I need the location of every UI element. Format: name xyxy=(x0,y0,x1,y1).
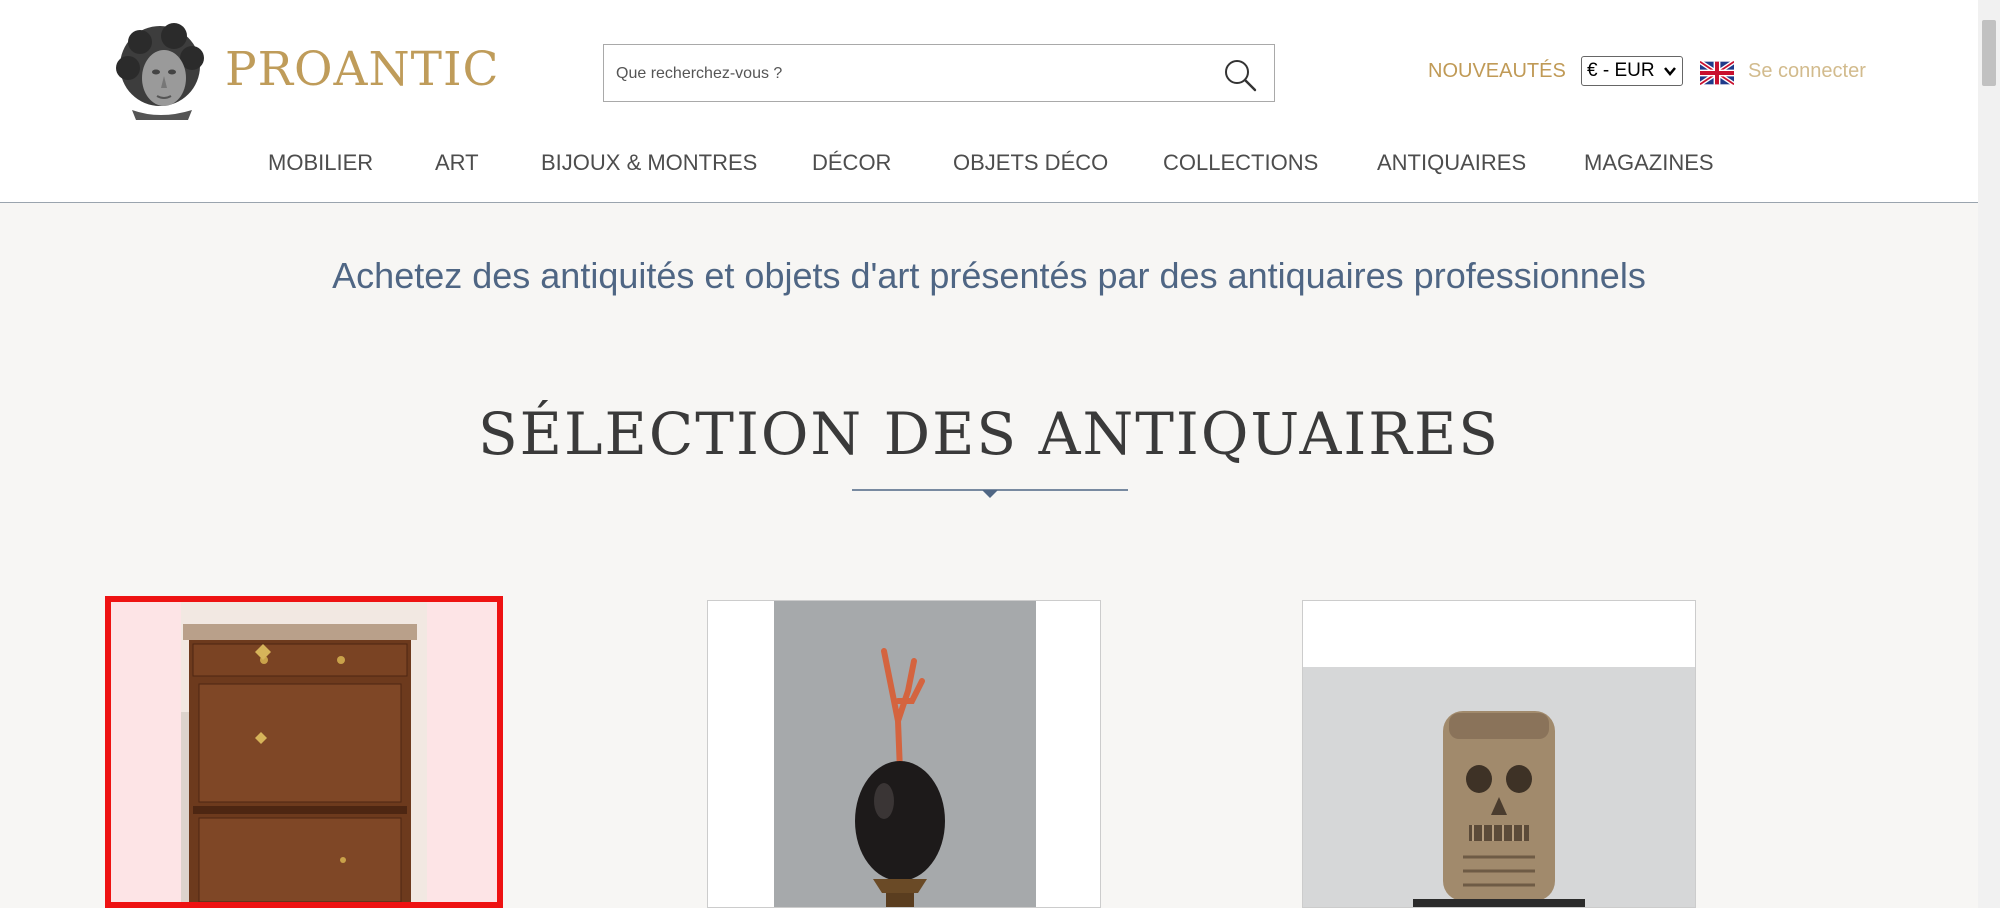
product-image-sculpture-crane xyxy=(1303,601,1695,907)
chevron-down-icon xyxy=(1664,67,1676,76)
product-card-sculpture-crane[interactable] xyxy=(1302,600,1696,908)
main-nav: MOBILIER ART BIJOUX & MONTRES DÉCOR OBJE… xyxy=(0,150,1978,178)
section-title: SÉLECTION DES ANTIQUAIRES xyxy=(477,400,1501,468)
search-icon[interactable] xyxy=(1222,57,1258,93)
scrollbar-thumb[interactable] xyxy=(1982,20,1996,86)
logo-text[interactable]: PROANTIC xyxy=(225,42,500,97)
search-input[interactable] xyxy=(614,45,1208,103)
nav-item-decor[interactable]: DÉCOR xyxy=(812,150,891,176)
nav-item-objets-deco[interactable]: OBJETS DÉCO xyxy=(953,150,1108,176)
nav-item-bijoux-montres[interactable]: BIJOUX & MONTRES xyxy=(541,150,757,176)
nav-item-mobilier[interactable]: MOBILIER xyxy=(268,150,373,176)
currency-value: € - EUR xyxy=(1587,60,1655,81)
product-image-oeuf-corail xyxy=(708,601,1100,907)
scrollbar-track[interactable] xyxy=(1978,0,2000,908)
nav-item-collections[interactable]: COLLECTIONS xyxy=(1163,150,1318,176)
section-divider xyxy=(852,489,1128,498)
product-card-oeuf-corail[interactable] xyxy=(707,600,1101,908)
logo-head-icon[interactable] xyxy=(112,20,208,120)
nav-item-art[interactable]: ART xyxy=(435,150,479,176)
uk-flag-icon[interactable] xyxy=(1700,61,1734,85)
login-link[interactable]: Se connecter xyxy=(1748,60,1866,83)
page-tagline: Achetez des antiquités et objets d'art p… xyxy=(332,255,1646,296)
site-header: PROANTIC NOUVEAUTÉS € - EUR Se connecter… xyxy=(0,0,1978,203)
nav-item-magazines[interactable]: MAGAZINES xyxy=(1584,150,1714,176)
product-card-secretaire[interactable] xyxy=(105,596,503,908)
search-box xyxy=(603,44,1275,103)
nav-item-antiquaires[interactable]: ANTIQUAIRES xyxy=(1377,150,1526,176)
nouveautes-link[interactable]: NOUVEAUTÉS xyxy=(1428,60,1566,83)
currency-select[interactable]: € - EUR xyxy=(1581,56,1683,86)
product-image-secretaire xyxy=(111,602,497,902)
